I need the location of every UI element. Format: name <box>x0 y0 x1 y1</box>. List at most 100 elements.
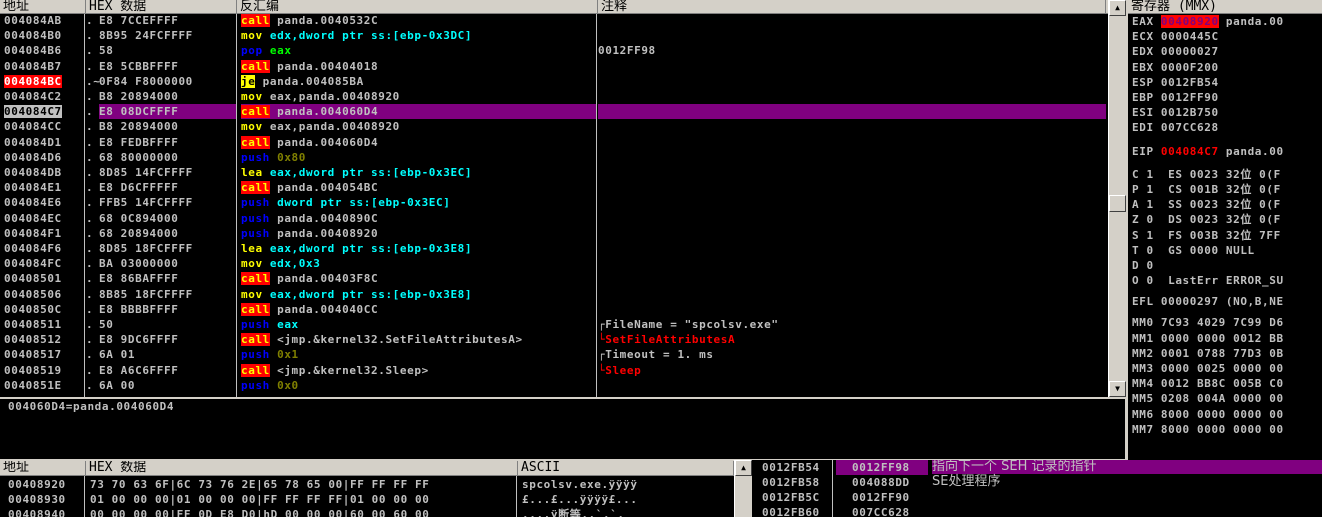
flow-marker: . <box>86 105 94 119</box>
mmx-register[interactable]: MM1 0000 0000 0012 BB <box>1132 331 1284 346</box>
mmx-register[interactable]: MM0 7C93 4029 7C99 D6 <box>1132 315 1284 330</box>
disasm-row[interactable]: 004084BC .~ 0F84 F8000000 je panda.004085BA <box>0 74 1108 89</box>
disasm-row[interactable]: 004084DB. 8D85 14FCFFFF lea eax,dword ptr … <box>0 165 1108 180</box>
flag-row[interactable]: P 1 CS 001B 32位 0(F <box>1132 182 1281 197</box>
register-ecx[interactable]: ECX 0000445C <box>1132 29 1219 44</box>
disasm-row[interactable]: 0040851E. 6A 00 push 0x0 <box>0 378 1108 393</box>
instruction-address: 004084D6 <box>4 150 62 164</box>
flow-marker: . <box>86 272 94 286</box>
stack-row[interactable]: 0012FB60 007CC628 <box>752 505 1322 517</box>
dump-col-hex[interactable]: HEX 数据 <box>86 461 518 475</box>
flag-row[interactable]: T 0 GS 0000 NULL <box>1132 243 1255 258</box>
register-value[interactable]: 0000445C <box>1161 30 1219 43</box>
operands: panda.004085BA <box>255 74 364 88</box>
register-ebp[interactable]: EBP 0012FF90 <box>1132 90 1219 105</box>
disasm-row[interactable]: 0040850C. E8 BBBBFFFF call panda.004040CC <box>0 302 1108 317</box>
register-ebx[interactable]: EBX 0000F200 <box>1132 60 1219 75</box>
register-edx[interactable]: EDX 00000027 <box>1132 44 1219 59</box>
disasm-row[interactable]: 004084B7. E8 5CBBFFFF call panda.00404018 <box>0 59 1108 74</box>
col-header-hex[interactable]: HEX 数据 <box>86 0 237 13</box>
operands: panda.0040532C <box>269 14 379 27</box>
disasm-row[interactable]: 004084B6. 58 pop eax 0012FF98 <box>0 43 1108 58</box>
register-edi[interactable]: EDI 007CC628 <box>1132 120 1219 135</box>
operands: panda.00403F8C <box>269 272 379 286</box>
mmx-register[interactable]: MM7 8000 0000 0000 00 <box>1132 422 1284 437</box>
register-esi[interactable]: ESI 0012B750 <box>1132 105 1219 120</box>
stack-row[interactable]: 0012FB58 004088DD SE处理程序 <box>752 474 1322 490</box>
instruction-hex: E8 FEDBFFFF <box>99 135 179 149</box>
registers-pane[interactable]: EAX 00408920 panda.00 ECX 0000445C EDX 000… <box>1128 14 1322 460</box>
disasm-row[interactable]: 00408506. 8B85 18FCFFFF mov eax,dword ptr … <box>0 287 1108 302</box>
disasm-row[interactable]: 004084D1. E8 FEDBFFFF call panda.004060D4 <box>0 135 1108 150</box>
disasm-row[interactable]: 004084D6. 68 80000000 push 0x80 <box>0 150 1108 165</box>
disasm-row[interactable]: 00408511. 50 push eax ┌FileName = "spcolsv.… <box>0 317 1108 332</box>
dump-row[interactable]: 00408940 00 00 00 00|FF 0D E8 D0|hD 00 00… <box>4 507 734 517</box>
instruction-address: 004084F6 <box>4 242 62 255</box>
flow-marker: . <box>86 318 94 331</box>
disasm-row[interactable]: 004084C7. E8 08DCFFFF call panda.004060D4 <box>0 104 1108 120</box>
disasm-row[interactable]: 00408517. 6A 01 push 0x1 ┌Timeout = 1. ms <box>0 347 1108 362</box>
scroll-thumb[interactable] <box>1109 195 1126 212</box>
mmx-register[interactable]: MM5 0208 004A 0000 00 <box>1132 391 1284 406</box>
register-value[interactable]: 00000027 <box>1161 45 1219 58</box>
instruction-comment <box>598 271 1106 286</box>
flag-row[interactable]: C 1 ES 0023 32位 0(F <box>1132 167 1281 182</box>
flag-row[interactable]: S 1 FS 003B 32位 7FF <box>1132 228 1281 243</box>
instruction-address: 00408512 <box>4 333 62 347</box>
disasm-row[interactable]: 004084AB. E8 7CCEFFFF call panda.0040532C <box>0 14 1108 28</box>
col-header-address[interactable]: 地址 <box>0 0 86 13</box>
disassembly-pane[interactable]: 004084AB. E8 7CCEFFFF call panda.0040532C 0… <box>0 14 1108 397</box>
flag-row[interactable]: Z 0 DS 0023 32位 0(F <box>1132 212 1281 227</box>
stack-pane[interactable]: 0012FB54 0012FF98 指向下一个 SEH 记录的指针 0012FB58 0… <box>752 460 1322 517</box>
disasm-scrollbar[interactable]: ▲ ▼ <box>1108 0 1126 397</box>
disasm-row[interactable]: 004084F6. 8D85 18FCFFFF lea eax,dword ptr … <box>0 241 1108 256</box>
register-value[interactable]: 004084C7 <box>1161 145 1219 158</box>
disasm-row[interactable]: 00408519. E8 A6C6FFFF call <jmp.&kernel32.… <box>0 363 1108 378</box>
register-value[interactable]: 0012FF90 <box>1161 91 1219 104</box>
mmx-register[interactable]: MM3 0000 0025 0000 00 <box>1132 361 1284 376</box>
col-header-comment[interactable]: 注释 <box>598 0 1106 13</box>
disasm-row[interactable]: 004084F1. 68 20894000 push panda.00408920 <box>0 226 1108 241</box>
dump-row[interactable]: 00408930 01 00 00 00|01 00 00 00|FF FF FF… <box>4 492 734 507</box>
register-value[interactable]: 0000F200 <box>1161 61 1219 74</box>
info-pane[interactable]: 004060D4=panda.004060D4 <box>0 399 1125 459</box>
disasm-row[interactable]: 004084E6. FFB5 14FCFFFF push dword ptr ss:… <box>0 195 1108 210</box>
memory-dump-pane[interactable]: 00408920 73 70 63 6F|6C 73 76 2E|65 78 65… <box>0 476 734 517</box>
col-header-disasm[interactable]: 反汇编 <box>237 0 598 13</box>
flag-row[interactable]: O 0 LastErr ERROR_SU <box>1132 273 1284 288</box>
instruction-address: 00408501 <box>4 272 62 286</box>
register-value[interactable]: 0012B750 <box>1161 106 1219 119</box>
disasm-row[interactable]: 004084B0. 8B95 24FCFFFF mov edx,dword ptr … <box>0 28 1108 43</box>
flag-row[interactable]: D 0 <box>1132 258 1154 273</box>
registers-title[interactable]: 寄存器 (MMX) <box>1128 0 1322 13</box>
disasm-row[interactable]: 00408501. E8 86BAFFFF call panda.00403F8C <box>0 271 1108 286</box>
flag-row[interactable]: A 1 SS 0023 32位 0(F <box>1132 197 1281 212</box>
disasm-row[interactable]: 004084C2. B8 20894000 mov eax,panda.004089… <box>0 89 1108 104</box>
scroll-up-button[interactable]: ▲ <box>1109 0 1126 16</box>
register-value[interactable]: 0012FB54 <box>1161 76 1219 89</box>
flow-marker: . <box>86 120 94 134</box>
stack-row[interactable]: 0012FB5C 0012FF90 <box>752 490 1322 505</box>
disasm-row[interactable]: 004084E1. E8 D6CFFFFF call panda.004054BC <box>0 180 1108 195</box>
disasm-row[interactable]: 00408512. E8 9DC6FFFF call <jmp.&kernel32.… <box>0 332 1108 347</box>
disasm-row[interactable]: 004084CC. B8 20894000 mov eax,panda.004089… <box>0 119 1108 134</box>
register-eip[interactable]: EIP 004084C7 panda.00 <box>1132 144 1284 159</box>
dump-col-address[interactable]: 地址 <box>0 461 86 475</box>
disasm-row[interactable]: 004084FC. BA 03000000 mov edx,0x3 <box>0 256 1108 271</box>
scroll-down-button[interactable]: ▼ <box>1109 381 1126 397</box>
mmx-register[interactable]: MM4 0012 BB8C 005B C0 <box>1132 376 1284 391</box>
register-esp[interactable]: ESP 0012FB54 <box>1132 75 1219 90</box>
mmx-register[interactable]: MM2 0001 0788 77D3 0B <box>1132 346 1284 361</box>
disasm-row[interactable]: 004084EC. 68 0C894000 push panda.0040890C <box>0 211 1108 226</box>
register-eax[interactable]: EAX 00408920 panda.00 <box>1132 14 1284 29</box>
mmx-register[interactable]: MM6 8000 0000 0000 00 <box>1132 407 1284 422</box>
dump-col-ascii[interactable]: ASCII <box>518 461 734 475</box>
register-value[interactable]: 00408920 <box>1160 15 1219 28</box>
dump-row[interactable]: 00408920 73 70 63 6F|6C 73 76 2E|65 78 65… <box>4 477 734 492</box>
stack-row[interactable]: 0012FB54 0012FF98 指向下一个 SEH 记录的指针 <box>752 460 1322 475</box>
dump-scrollbar[interactable]: ▲ <box>734 460 752 517</box>
dump-scroll-up-button[interactable]: ▲ <box>735 460 752 476</box>
efl-register[interactable]: EFL 00000297 (NO,B,NE <box>1132 294 1284 309</box>
instruction-hex: E8 86BAFFFF <box>99 272 179 286</box>
register-value[interactable]: 007CC628 <box>1161 121 1219 134</box>
